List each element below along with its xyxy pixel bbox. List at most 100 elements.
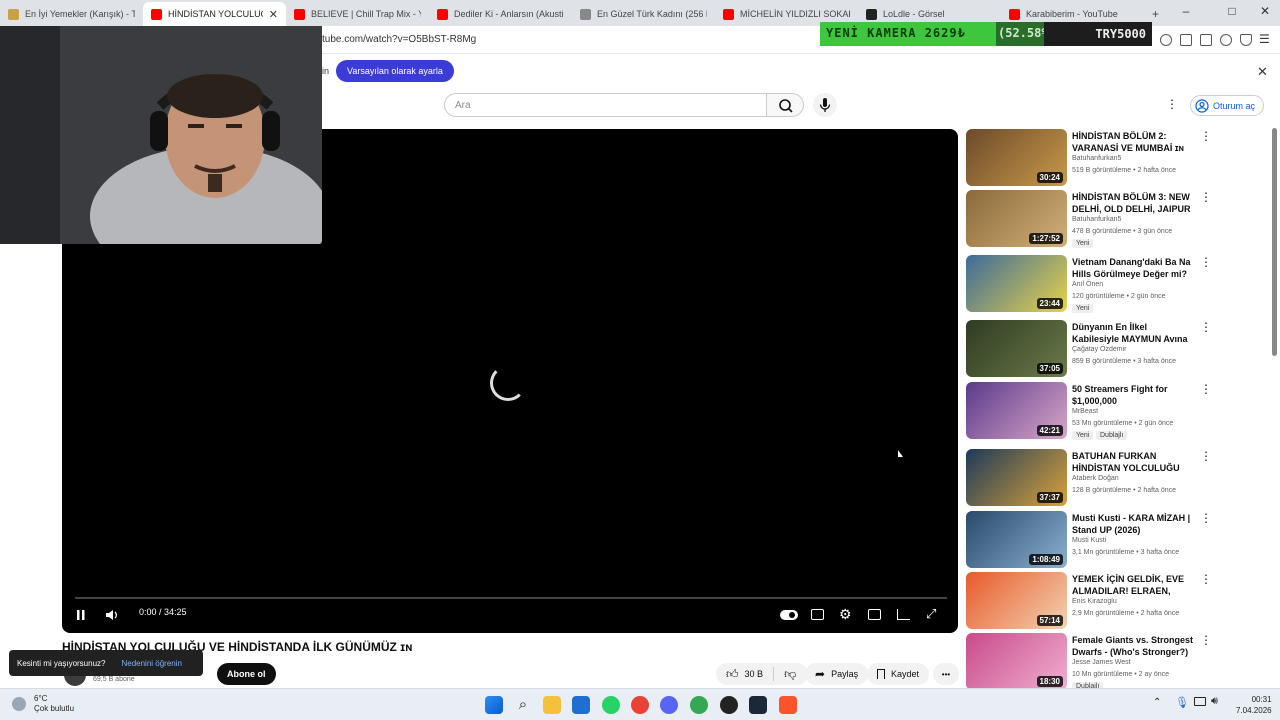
video-thumbnail[interactable]: 37:05 [966, 320, 1067, 377]
clock[interactable]: 00:31 7.04.2026 [1236, 694, 1272, 716]
channel-name[interactable]: Batuhanfurkan5 [1072, 216, 1121, 223]
captions-icon[interactable] [811, 609, 824, 620]
minimize-button[interactable]: – [1176, 4, 1196, 18]
video-thumbnail[interactable]: 23:44 [966, 255, 1067, 312]
discord-icon[interactable] [660, 696, 678, 714]
microphone-tray-icon[interactable]: 🎙︎ [1175, 696, 1189, 709]
cast-icon[interactable] [897, 609, 910, 620]
more-vert-icon[interactable]: ⋮ [1200, 129, 1212, 143]
video-thumbnail[interactable]: 42:21 [966, 382, 1067, 439]
leo-ai-icon[interactable] [1220, 34, 1232, 46]
settings-gear-icon[interactable]: ⚙ [839, 606, 852, 623]
channel-name[interactable]: Ataberk Doğan [1072, 475, 1119, 482]
recommendation-item[interactable]: 30:24 HİNDİSTAN BÖLÜM 2: VARANASİ VE MUMB… [966, 129, 1212, 187]
video-thumbnail[interactable]: 18:30 [966, 633, 1067, 690]
browser-tab[interactable]: HİNDİSTAN YOLCULUĞU V ✕ [143, 2, 286, 26]
url-field[interactable]: tube.com/watch?v=O5BbST-R8Mg [322, 34, 476, 45]
brave-icon[interactable] [779, 696, 797, 714]
share-button[interactable]: ➦ Paylaş [805, 663, 869, 685]
more-actions-button[interactable]: ••• [933, 663, 959, 685]
subscribe-button[interactable]: Abone ol [217, 663, 276, 685]
channel-name[interactable]: Batuhanfurkan5 [1072, 155, 1121, 162]
video-thumbnail[interactable]: 57:14 [966, 572, 1067, 629]
autoplay-toggle[interactable] [780, 610, 798, 620]
file-explorer-icon[interactable] [543, 696, 561, 714]
browser-tab[interactable]: Dediler Ki - Anlarsın (Akustik V [429, 2, 572, 26]
more-vert-icon[interactable]: ⋮ [1200, 449, 1212, 463]
theater-mode-icon[interactable] [868, 609, 881, 620]
more-vert-icon[interactable]: ⋮ [1200, 511, 1212, 525]
thumbs-up-icon[interactable]: 👍︎ [726, 667, 739, 682]
recommendation-title[interactable]: HİNDİSTAN BÖLÜM 3: NEW DELHİ, OLD DELHİ,… [1072, 191, 1194, 215]
recommendation-item[interactable]: 37:37 BATUHAN FURKAN HİNDİSTAN YOLCULUĞU … [966, 449, 1212, 507]
save-button[interactable]: Kaydet [867, 663, 930, 685]
recommendation-title[interactable]: BATUHAN FURKAN HİNDİSTAN YOLCULUĞU VE Hİ… [1072, 450, 1194, 474]
weather-icon[interactable] [12, 697, 26, 711]
music-icon[interactable] [1160, 34, 1172, 46]
recommendation-title[interactable]: Dünyanın En İlkel Kabilesiyle MAYMUN Avı… [1072, 321, 1194, 345]
video-thumbnail[interactable]: 1:08:49 [966, 511, 1067, 568]
video-thumbnail[interactable]: 30:24 [966, 129, 1067, 186]
set-default-button[interactable]: Varsayılan olarak ayarla [336, 60, 454, 82]
more-vert-icon[interactable]: ⋮ [1200, 190, 1212, 204]
channel-name[interactable]: Anıl Önen [1072, 281, 1103, 288]
close-icon[interactable]: ✕ [1257, 64, 1268, 80]
sidebar-icon[interactable] [1180, 34, 1192, 46]
search-taskbar-icon[interactable]: ⌕ [514, 696, 532, 714]
like-count[interactable]: 30 B [745, 669, 764, 679]
browser-tab[interactable]: BELIEVE | Chill Trap Mix - YouTu [286, 2, 429, 26]
close-window-button[interactable]: ✕ [1255, 4, 1275, 18]
more-vert-icon[interactable]: ⋮ [1200, 320, 1212, 334]
signin-button[interactable]: Oturum aç [1190, 95, 1265, 116]
channel-name[interactable]: Çağatay Özdemir [1072, 346, 1126, 353]
speaker-icon[interactable]: 🔊︎ [1211, 695, 1218, 708]
browser-tab[interactable]: En Güzel Türk Kadını (256 Kişi) [572, 2, 715, 26]
whatsapp-icon[interactable] [602, 696, 620, 714]
weather-widget[interactable]: 6°C Çok bulutlu [34, 694, 74, 714]
network-icon[interactable] [1194, 697, 1206, 706]
chrome-profile-icon[interactable] [690, 696, 708, 714]
channel-name[interactable]: Jesse James West [1072, 659, 1131, 666]
recommendation-title[interactable]: 50 Streamers Fight for $1,000,000 [1072, 383, 1194, 407]
recommendation-item[interactable]: 1:27:52 HİNDİSTAN BÖLÜM 3: NEW DELHİ, OLD… [966, 190, 1212, 248]
channel-name[interactable]: Enis Kirazoglu [1072, 598, 1117, 605]
channel-name[interactable]: MrBeast [1072, 408, 1098, 415]
chrome-icon[interactable] [631, 696, 649, 714]
recommendation-title[interactable]: Musti Kusti - KARA MİZAH | Stand UP (202… [1072, 512, 1194, 536]
search-button[interactable] [766, 93, 804, 117]
menu-icon[interactable]: ☰ [1259, 32, 1270, 46]
pause-button[interactable] [76, 608, 86, 620]
recommendation-title[interactable]: YEMEK İÇİN GELDİK, EVE ALMADILAR! ELRAEN… [1072, 573, 1194, 597]
chevron-up-icon[interactable]: ⌃ [1153, 697, 1161, 708]
recommendation-item[interactable]: 42:21 50 Streamers Fight for $1,000,000 Mr… [966, 382, 1212, 440]
start-icon[interactable] [485, 696, 503, 714]
more-vert-icon[interactable]: ⋮ [1200, 382, 1212, 396]
tab-close-icon[interactable]: ✕ [269, 8, 278, 21]
more-vert-icon[interactable]: ⋮ [1166, 97, 1178, 111]
app-icon[interactable] [720, 696, 738, 714]
toast-learn-link[interactable]: Nedenini öğrenin [121, 659, 182, 668]
channel-name[interactable]: Musti Kusti [1072, 537, 1106, 544]
volume-button[interactable] [105, 608, 119, 626]
more-vert-icon[interactable]: ⋮ [1200, 255, 1212, 269]
video-thumbnail[interactable]: 1:27:52 [966, 190, 1067, 247]
browser-tab[interactable]: En İyi Yemekler (Karışık) - Tier L [0, 2, 143, 26]
wallet-icon[interactable] [1200, 34, 1212, 46]
progress-bar[interactable] [75, 597, 947, 599]
recommendation-title[interactable]: HİNDİSTAN BÖLÜM 2: VARANASİ VE MUMBAİ ɪɴ [1072, 130, 1194, 154]
recommendation-item[interactable]: 1:08:49 Musti Kusti - KARA MİZAH | Stand … [966, 511, 1212, 569]
recommendation-title[interactable]: Vietnam Danang'daki Ba Na Hills Görülmey… [1072, 256, 1194, 280]
store-icon[interactable] [572, 696, 590, 714]
recommendation-item[interactable]: 18:30 Female Giants vs. Strongest Dwarfs … [966, 633, 1212, 691]
video-thumbnail[interactable]: 37:37 [966, 449, 1067, 506]
maximize-button[interactable]: □ [1222, 4, 1242, 18]
voice-search-button[interactable] [813, 93, 837, 117]
recommendation-item[interactable]: 57:14 YEMEK İÇİN GELDİK, EVE ALMADILAR! E… [966, 572, 1212, 630]
search-input[interactable]: Ara [444, 93, 767, 117]
fullscreen-icon[interactable]: ⤢ [926, 606, 936, 622]
recommendation-item[interactable]: 23:44 Vietnam Danang'daki Ba Na Hills Gör… [966, 255, 1212, 313]
steam-icon[interactable] [749, 696, 767, 714]
new-tab-icon[interactable]: + [1152, 7, 1159, 21]
recommendation-title[interactable]: Female Giants vs. Strongest Dwarfs - (Wh… [1072, 634, 1194, 658]
thumbs-down-icon[interactable]: 👎︎ [784, 667, 796, 682]
